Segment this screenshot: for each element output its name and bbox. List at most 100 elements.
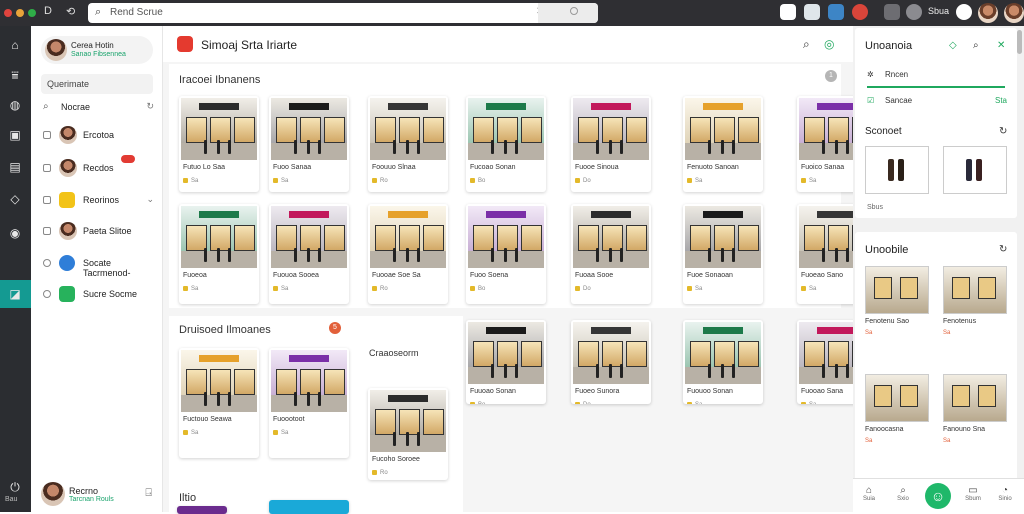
app-logo-icon bbox=[177, 36, 193, 52]
checkbox-icon[interactable] bbox=[43, 227, 51, 235]
radio-icon[interactable] bbox=[43, 290, 51, 298]
sidebar-item-socate[interactable]: Socate Tacrmenod- bbox=[41, 252, 156, 278]
search-icon[interactable]: ⌕ bbox=[973, 40, 979, 51]
store-card[interactable]: Fuouoa Sooea Sa bbox=[269, 204, 349, 304]
extension-icon[interactable] bbox=[780, 4, 796, 20]
briefcase-icon[interactable]: ▣ bbox=[6, 126, 24, 144]
store-card[interactable]: Fuoaa Sooe Do bbox=[571, 204, 651, 304]
card-caption: Fuoeoa bbox=[183, 272, 207, 279]
search-icon[interactable]: ⌕ bbox=[803, 37, 810, 52]
sidebar-item-sucre-socme[interactable]: Sucre Socme bbox=[41, 283, 156, 307]
pin-icon[interactable]: ◉ bbox=[6, 224, 24, 242]
people-thumbnail[interactable] bbox=[865, 146, 929, 194]
maximize-window-button[interactable] bbox=[28, 9, 36, 17]
panel-title: Unoanoia bbox=[865, 40, 913, 52]
store-card[interactable]: Fuctouo Seawa Sa bbox=[179, 348, 259, 458]
store-card[interactable]: Fucoao Sonan Bo bbox=[466, 96, 546, 192]
store-card[interactable]: Fuoe Sonaoan Sa bbox=[683, 204, 763, 304]
home-icon[interactable]: ⌂ bbox=[6, 36, 24, 54]
user-avatar-2[interactable] bbox=[1004, 3, 1024, 23]
close-icon[interactable]: ✕ bbox=[997, 40, 1005, 51]
settings-icon[interactable] bbox=[906, 4, 922, 20]
nav-item-home[interactable]: ⌂ Suia bbox=[855, 485, 883, 502]
chat-icon[interactable]: ◪ bbox=[6, 285, 24, 303]
store-thumbnail[interactable] bbox=[865, 374, 929, 422]
refresh-icon[interactable]: ↻ bbox=[999, 126, 1007, 137]
add-user-button[interactable]: ☺ bbox=[925, 483, 951, 509]
thumbnail-caption: Fanouno Sna bbox=[943, 426, 986, 433]
store-card[interactable]: Fuoeo Sunora Do bbox=[571, 320, 651, 404]
close-window-button[interactable] bbox=[4, 9, 12, 17]
radio-icon[interactable] bbox=[43, 259, 51, 267]
refresh-icon[interactable]: ◎ bbox=[824, 37, 834, 51]
search-icon: ⌕ bbox=[95, 6, 102, 18]
store-card[interactable]: Fuuoao Sonan Bo bbox=[466, 320, 546, 404]
store-thumbnail[interactable] bbox=[943, 374, 1007, 422]
nav-item-profile[interactable]: ◔ Sinio bbox=[991, 485, 1019, 502]
extension-icon-3[interactable] bbox=[828, 4, 844, 20]
people-thumbnail-2[interactable] bbox=[943, 146, 1007, 194]
sidebar-item-nocrae[interactable]: ⌕ Nocrae ↻ bbox=[41, 96, 156, 120]
folder-icon bbox=[59, 192, 75, 208]
sidebar-item-paeta-slitoe[interactable]: Paeta Slitoe bbox=[41, 220, 156, 244]
card-caption: Fucoho Soroee bbox=[372, 456, 420, 463]
nav-item-chat[interactable]: ▭ Sbum bbox=[959, 485, 987, 502]
extension-icon-2[interactable] bbox=[804, 4, 820, 20]
extension-icon-5[interactable] bbox=[884, 4, 900, 20]
chevron-down-icon[interactable]: ⌄ bbox=[146, 194, 154, 205]
store-card[interactable]: Fenuoto Sanoan Sa bbox=[683, 96, 763, 192]
row-label[interactable]: Sancae bbox=[885, 96, 912, 105]
store-card[interactable]: Fuooae Soe Sa Ro bbox=[368, 204, 448, 304]
profile-card[interactable]: Cerea Hotin Sanao Fibsennea bbox=[41, 36, 153, 64]
tag-icon[interactable]: ◇ bbox=[6, 190, 24, 208]
logout-icon[interactable]: ⍈ bbox=[145, 487, 152, 500]
minimize-window-button[interactable] bbox=[16, 9, 24, 17]
store-card[interactable]: Foouuo Slnaa Ro bbox=[368, 96, 448, 192]
profile-icon[interactable] bbox=[956, 4, 972, 20]
sidebar-item-recdos[interactable]: Recdos bbox=[41, 155, 156, 181]
refresh-icon[interactable]: ↻ bbox=[999, 244, 1007, 255]
section-count-badge: 5 bbox=[329, 322, 341, 334]
store-card[interactable]: Fuoeoa Sa bbox=[179, 204, 259, 304]
sidebar-item-ercotoa[interactable]: Ercotoa bbox=[41, 124, 156, 148]
forward-icon[interactable]: ⟲ bbox=[66, 5, 75, 18]
card-caption: Fucoao Sonan bbox=[470, 164, 516, 171]
thumbnail-caption: Fenotenu Sao bbox=[865, 318, 909, 325]
filter-icon[interactable]: ⩸ bbox=[6, 66, 24, 84]
row-label[interactable]: Rncen bbox=[885, 70, 908, 79]
store-card[interactable]: Fuouoo Sonan Sa bbox=[683, 320, 763, 404]
sidebar-search-input[interactable]: Querimate bbox=[41, 74, 153, 94]
power-icon[interactable]: ⏻ bbox=[6, 478, 24, 496]
sidebar-item-reorinos[interactable]: Reorinos ⌄ bbox=[41, 189, 156, 213]
store-card[interactable]: Fuoo Sanaa Sa bbox=[269, 96, 349, 192]
store-thumbnail[interactable] bbox=[865, 266, 929, 314]
user-avatar[interactable] bbox=[978, 3, 998, 23]
store-card[interactable]: Fuoo Soena Bo bbox=[466, 204, 546, 304]
card-partial-2[interactable] bbox=[177, 506, 227, 514]
sidebar-footer-profile[interactable]: Recrno Tarcnan Rouls ⍈ bbox=[41, 482, 156, 508]
store-card[interactable]: Fuooe Sinoua Do bbox=[571, 96, 651, 192]
calendar-icon[interactable]: ▤ bbox=[6, 158, 24, 176]
refresh-icon[interactable]: ↻ bbox=[146, 101, 154, 112]
checkbox-icon[interactable] bbox=[43, 164, 51, 172]
back-icon[interactable]: D bbox=[44, 5, 52, 17]
store-thumbnail[interactable] bbox=[943, 266, 1007, 314]
address-bar-action[interactable] bbox=[538, 3, 598, 23]
check-icon: ☑ bbox=[867, 96, 875, 105]
card-meta: Ro bbox=[372, 470, 388, 476]
card-caption: Fuoe Sonaoan bbox=[687, 272, 733, 279]
checkbox-icon[interactable] bbox=[43, 196, 51, 204]
card-caption: Fuoaa Sooe bbox=[575, 272, 614, 279]
address-bar[interactable]: ⌕ Rend Scrue ✕ bbox=[88, 3, 598, 23]
checkbox-icon[interactable] bbox=[43, 131, 51, 139]
scrollbar-thumb[interactable] bbox=[1017, 30, 1022, 54]
extension-icon-4[interactable] bbox=[852, 4, 868, 20]
bag-icon[interactable]: ◍ bbox=[6, 96, 24, 114]
card-meta: Sa bbox=[183, 430, 198, 436]
store-card[interactable]: Futuo Lo Saa Sa bbox=[179, 96, 259, 192]
card-caption: Fuouoa Sooea bbox=[273, 272, 319, 279]
shield-icon[interactable]: ◇ bbox=[949, 40, 957, 51]
store-card[interactable]: Fucoho Soroee Ro bbox=[368, 388, 448, 480]
store-card[interactable]: Fuoootoot Sa bbox=[269, 348, 349, 458]
nav-item-search[interactable]: ⌕ Sxio bbox=[889, 485, 917, 502]
